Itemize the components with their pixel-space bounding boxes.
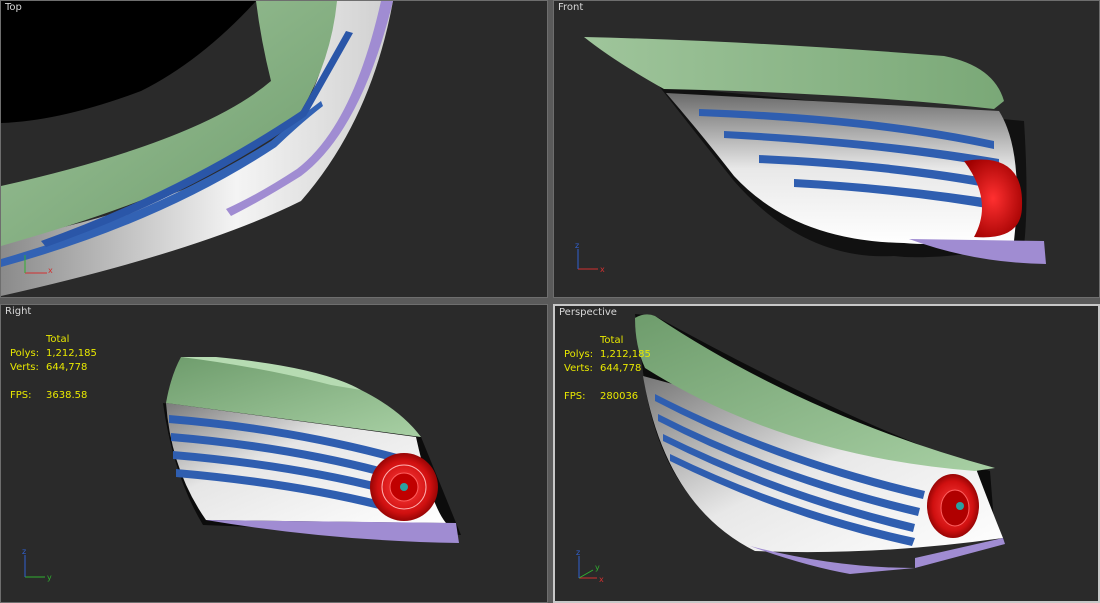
gizmo-x-label: x [600, 265, 605, 274]
stats-overlay-perspective: Total Polys: 1,212,185 Verts: 644,778 FPS:… [564, 334, 651, 404]
front-scene [584, 37, 1046, 264]
viewport-label-right[interactable]: Right [5, 306, 31, 317]
axis-gizmo-icon: z y x [576, 548, 604, 584]
polys-value: 1,212,185 [46, 348, 97, 359]
polys-label: Polys: [564, 349, 594, 360]
front-green-panel [584, 37, 1004, 109]
gizmo-x-label: x [48, 266, 53, 275]
right-lilac-trim [206, 520, 459, 543]
fps-value: 280036 [600, 391, 639, 402]
top-scene [1, 1, 393, 296]
axis-gizmo-icon: z y [22, 547, 52, 582]
gizmo-y-label: y [47, 573, 52, 582]
fps-value: 3638.58 [46, 390, 88, 401]
verts-value: 644,778 [46, 362, 88, 373]
verts-value: 644,778 [600, 363, 642, 374]
stats-header: Total [600, 335, 624, 346]
viewport-top[interactable]: Top x [0, 0, 548, 298]
gizmo-z-label: z [575, 241, 579, 250]
viewport-perspective[interactable]: Perspective Total Polys: 1,212,185 Verts:… [553, 304, 1100, 603]
verts-label: Verts: [564, 363, 593, 374]
polys-value: 1,212,185 [600, 349, 651, 360]
fps-label: FPS: [564, 391, 586, 402]
stats-header: Total [46, 334, 70, 345]
gizmo-z-label: z [576, 548, 580, 557]
gizmo-y-label: y [595, 563, 600, 572]
viewport-label-perspective[interactable]: Perspective [559, 307, 617, 318]
viewport-label-front[interactable]: Front [558, 2, 583, 13]
viewport-label-top[interactable]: Top [5, 2, 22, 13]
viewport-front[interactable]: Front z x [553, 0, 1100, 298]
gizmo-x-label: x [599, 575, 604, 584]
gizmo-z-label: z [22, 547, 26, 556]
verts-label: Verts: [10, 362, 39, 373]
axis-gizmo-icon: z x [575, 241, 605, 274]
viewport-right[interactable]: Right Total Polys: 1,212,185 Verts: 644,77… [0, 304, 548, 603]
polys-label: Polys: [10, 348, 40, 359]
top-black-surface [1, 1, 256, 123]
axis-gizmo-icon: x [24, 255, 53, 275]
fps-label: FPS: [10, 390, 32, 401]
stats-overlay-right: Total Polys: 1,212,185 Verts: 644,778 FPS:… [10, 333, 97, 403]
